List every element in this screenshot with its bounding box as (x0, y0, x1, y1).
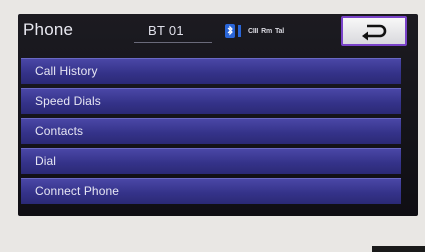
menu-item-label: Call History (35, 64, 98, 78)
menu-item-label: Dial (35, 154, 57, 168)
device-name: BT 01 (148, 23, 184, 38)
menu-item-label: Contacts (35, 124, 84, 138)
bluetooth-icon (225, 24, 235, 38)
roaming-indicator-label: Rm (261, 27, 272, 35)
device-name-field: BT 01 (134, 20, 212, 43)
signal-indicator-label: CIII (248, 27, 259, 35)
corner-tag (372, 246, 425, 252)
battery-level-icon (238, 25, 241, 37)
back-button[interactable] (341, 16, 407, 46)
menu-item-label: Connect Phone (35, 184, 120, 198)
header: Phone BT 01 CIII Rm Tal (18, 14, 418, 58)
page-title: Phone (23, 20, 74, 39)
menu-item-connect-phone[interactable]: Connect Phone (21, 178, 401, 204)
device-frame: Phone BT 01 CIII Rm Tal Call History Spe… (0, 0, 425, 252)
menu-item-dial[interactable]: Dial (21, 148, 401, 174)
back-arrow-icon (362, 24, 387, 41)
phone-menu-list: Call History Speed Dials Contacts Dial C… (18, 58, 418, 208)
menu-item-call-history[interactable]: Call History (21, 58, 401, 84)
phone-screen: Phone BT 01 CIII Rm Tal Call History Spe… (18, 14, 418, 216)
status-indicators: CIII Rm Tal (225, 23, 284, 39)
menu-item-speed-dials[interactable]: Speed Dials (21, 88, 401, 114)
menu-item-label: Speed Dials (35, 94, 101, 108)
antenna-indicator-label: Tal (274, 27, 284, 35)
menu-item-contacts[interactable]: Contacts (21, 118, 401, 144)
